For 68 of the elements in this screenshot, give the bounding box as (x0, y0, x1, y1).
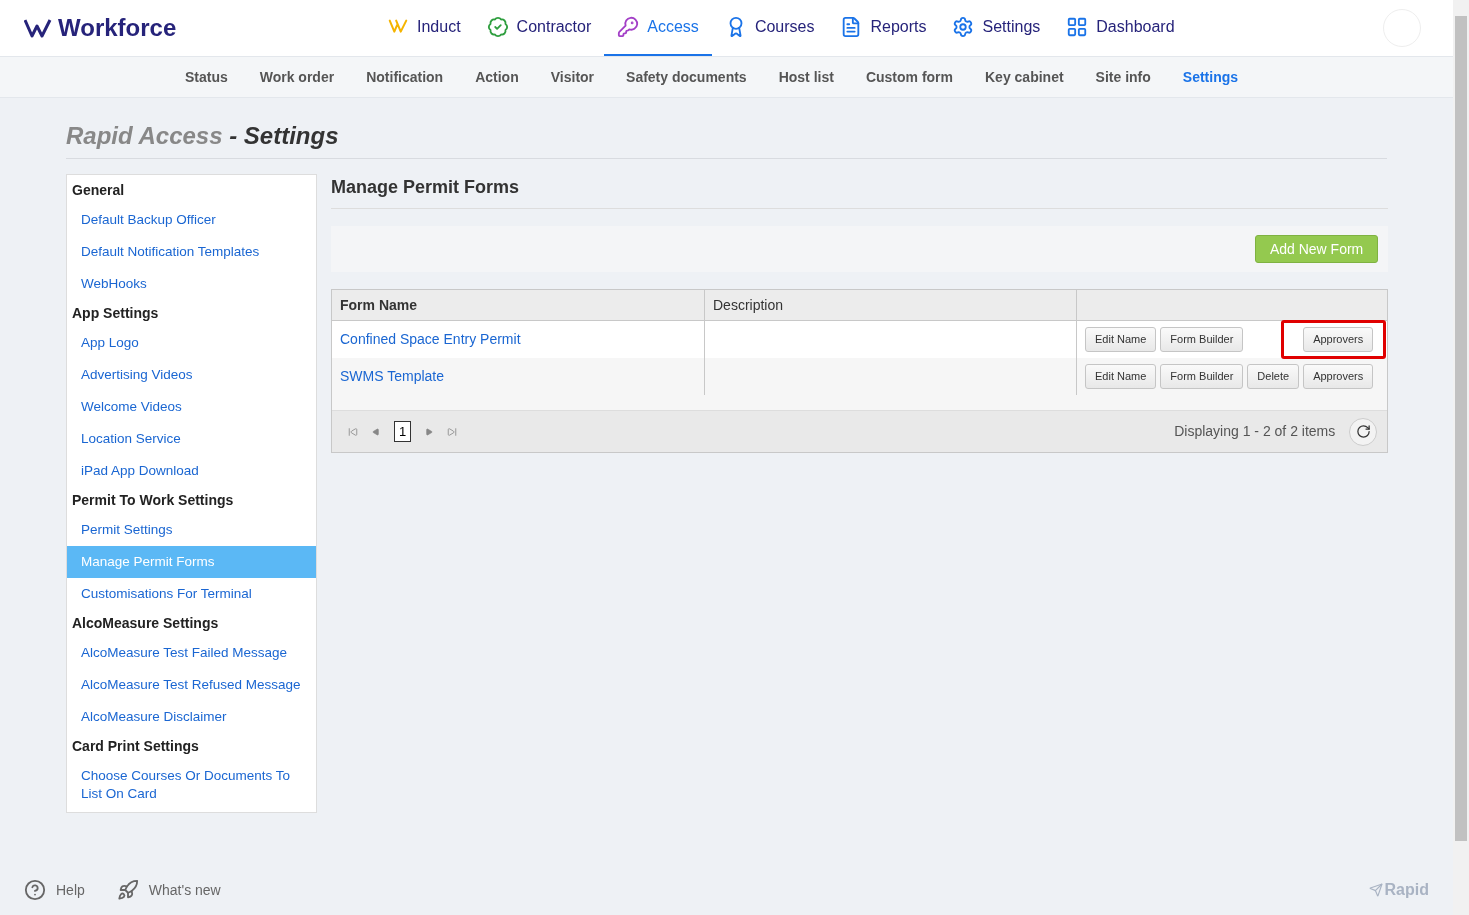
sidebar-heading: AlcoMeasure Settings (71, 614, 220, 633)
nav-tab[interactable]: Contractor (473, 0, 605, 56)
sidebar-item[interactable]: Choose Courses Or Documents To List On Card (67, 760, 316, 810)
badge-check-icon (486, 16, 509, 38)
sidebar-item[interactable]: AlcoMeasure Test Failed Message (67, 637, 316, 669)
sidebar-heading: App Settings (71, 304, 160, 323)
sidebar-item[interactable]: WebHooks (67, 268, 316, 300)
sidebar-item[interactable]: Default Notification Templates (67, 236, 316, 268)
sidebar-heading: General (71, 181, 126, 200)
sidebar-heading: Permit To Work Settings (71, 491, 235, 510)
sidebar-item[interactable]: Location Service (67, 423, 316, 455)
subnav-tab[interactable]: Host list (762, 66, 850, 88)
sidebar-item[interactable]: Permit Settings (67, 514, 316, 546)
sidebar-item[interactable]: Advertising Videos (67, 359, 316, 391)
subnav-tab[interactable]: Work order (243, 66, 351, 88)
subnav-tab[interactable]: Safety documents (610, 66, 763, 88)
nav-tab[interactable]: Induct (374, 0, 474, 56)
row-action-button[interactable]: Approvers (1303, 364, 1374, 389)
subnav-tab[interactable]: Settings (1166, 66, 1255, 88)
subnav-tab[interactable]: Visitor (534, 66, 611, 88)
next-page-icon[interactable] (425, 427, 434, 436)
sidebar-item[interactable]: AlcoMeasure Disclaimer (67, 701, 316, 733)
row-action-button[interactable]: Form Builder (1160, 364, 1244, 389)
sidebar-item[interactable]: App Logo (67, 327, 316, 359)
column-header: Description (705, 290, 1077, 320)
pager-summary: Displaying 1 - 2 of 2 items (1174, 422, 1336, 441)
sidebar-heading: Card Print Settings (71, 737, 200, 756)
row-action-button[interactable]: Approvers (1303, 327, 1374, 352)
whats-new-link[interactable]: What's new (116, 879, 221, 901)
subnav-tab[interactable]: Custom form (849, 66, 969, 88)
nav-tab[interactable]: Dashboard (1053, 0, 1188, 56)
help-link[interactable]: Help (24, 879, 85, 901)
subnav-tab[interactable]: Action (459, 66, 535, 88)
column-header: Form Name (332, 290, 705, 320)
footer-logo: Rapid (1368, 878, 1429, 902)
key-icon (617, 16, 640, 38)
grid-icon (1066, 16, 1089, 38)
refresh-icon (1355, 424, 1371, 439)
brand-name: Workforce (58, 13, 177, 43)
nav-tab[interactable]: Reports (827, 0, 940, 56)
previous-page-icon[interactable] (372, 427, 380, 436)
rocket-icon (116, 879, 139, 901)
refresh-button[interactable] (1349, 417, 1378, 446)
logo-icon (24, 17, 54, 39)
subnav-tab[interactable]: Status (168, 66, 244, 88)
subnav-tab[interactable]: Notification (350, 66, 460, 88)
sidebar-item[interactable]: AlcoMeasure Test Refused Message (67, 669, 316, 701)
first-page-icon[interactable] (348, 426, 358, 437)
row-action-button[interactable]: Edit Name (1085, 327, 1157, 352)
sidebar-item[interactable]: iPad App Download (67, 455, 316, 487)
scrollbar[interactable] (1453, 0, 1469, 915)
subnav-tab[interactable]: Key cabinet (969, 66, 1080, 88)
sidebar-item[interactable]: Default Backup Officer (67, 204, 316, 236)
page-title: Rapid Access - Settings (66, 118, 1387, 159)
settings-icon (952, 16, 975, 38)
section-title: Manage Permit Forms (331, 174, 1389, 209)
sidebar-item[interactable]: Customisations For Terminal (67, 578, 316, 610)
row-action-button[interactable]: Delete (1247, 364, 1300, 389)
logo-icon (1368, 883, 1383, 897)
row-action-button[interactable]: Edit Name (1085, 364, 1157, 389)
nav-tab[interactable]: Courses (711, 0, 828, 56)
help-icon (24, 879, 46, 901)
nav-tab[interactable]: Settings (939, 0, 1054, 56)
last-page-icon[interactable] (447, 426, 458, 437)
row-action-button[interactable]: Form Builder (1160, 327, 1244, 352)
sidebar-item[interactable]: Welcome Videos (67, 391, 316, 423)
page-number[interactable]: 1 (394, 420, 412, 443)
subnav-tab[interactable]: Site info (1079, 66, 1167, 88)
